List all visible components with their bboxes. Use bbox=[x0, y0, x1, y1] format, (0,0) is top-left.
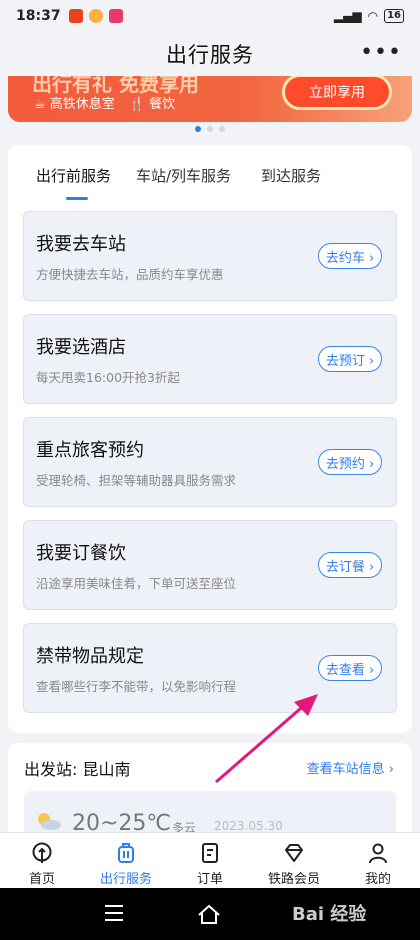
carousel-dot[interactable] bbox=[219, 126, 225, 132]
view-rules-button[interactable]: 去查看 › bbox=[318, 655, 382, 681]
carousel-dot[interactable] bbox=[195, 126, 201, 132]
more-menu-icon[interactable]: ••• bbox=[360, 40, 402, 65]
app-notification-icon bbox=[108, 9, 123, 23]
nav-header: 出行服务 ••• bbox=[0, 32, 420, 76]
suitcase-icon bbox=[118, 843, 134, 863]
tabbar-profile[interactable]: 我的 bbox=[336, 833, 420, 889]
service-desc: 查看哪些行李不能带，以免影响行程 bbox=[36, 679, 237, 694]
service-tabs: 出行前服务 车站/列车服务 到达服务 bbox=[8, 145, 412, 205]
partly-cloudy-icon bbox=[38, 813, 61, 830]
banner-tags: ☕ 高铁休息室 🍴 餐饮 bbox=[34, 93, 175, 112]
service-title: 禁带物品规定 bbox=[36, 646, 144, 667]
service-priority-passenger[interactable]: 重点旅客预约 受理轮椅、担架等辅助器具服务需求 去预约 › bbox=[23, 417, 397, 507]
wifi-icon: ◠ bbox=[367, 9, 379, 23]
status-bar: 18:37 ▂▄▆ ◠ 16 bbox=[0, 0, 420, 32]
tabbar-orders[interactable]: 订单 bbox=[168, 833, 252, 889]
service-desc: 沿途享用美味佳肴，下单可送至座位 bbox=[36, 576, 237, 591]
home-train-icon bbox=[32, 842, 52, 863]
promo-banner[interactable]: 出行有礼 免费享用 ☕ 高铁休息室 🍴 餐饮 立即享用 bbox=[8, 76, 412, 122]
tabbar-home[interactable]: 首页 bbox=[0, 833, 84, 889]
service-desc: 方便快捷去车站，品质约车享优惠 bbox=[36, 267, 224, 282]
service-prohibited-items[interactable]: 禁带物品规定 查看哪些行李不能带，以免影响行程 去查看 › bbox=[23, 623, 397, 713]
service-desc: 每天甩卖16:00开抢3折起 bbox=[36, 370, 180, 385]
service-title: 我要选酒店 bbox=[36, 337, 126, 358]
page-title: 出行服务 bbox=[166, 43, 254, 67]
departure-station-label: 出发站: 昆山南 bbox=[24, 760, 131, 779]
departure-card: 出发站: 昆山南 查看车站信息 › 20~25℃ 多云 2023.05.30 bbox=[8, 743, 412, 843]
person-icon bbox=[369, 843, 387, 864]
menu-icon[interactable] bbox=[104, 904, 124, 922]
book-hotel-button[interactable]: 去预订 › bbox=[318, 346, 382, 372]
signal-icon: ▂▄▆ bbox=[333, 9, 362, 23]
active-tab-indicator bbox=[66, 197, 88, 200]
system-nav-bar: Bai 经验 bbox=[0, 888, 420, 940]
watermark-logo: Bai 经验 bbox=[292, 904, 367, 925]
service-title: 我要去车站 bbox=[36, 234, 126, 255]
dining-tag: 🍴 餐饮 bbox=[128, 97, 176, 112]
service-desc: 受理轮椅、担架等辅助器具服务需求 bbox=[36, 473, 237, 488]
reserve-button[interactable]: 去预约 › bbox=[318, 449, 382, 475]
tabbar-label: 铁路会员 bbox=[267, 872, 320, 887]
book-car-button[interactable]: 去约车 › bbox=[318, 243, 382, 269]
app-notification-icon bbox=[68, 9, 83, 23]
services-card: 出行前服务 车站/列车服务 到达服务 我要去车站 方便快捷去车站，品质约车享优惠… bbox=[8, 145, 412, 733]
lounge-tag: ☕ 高铁休息室 bbox=[34, 97, 115, 112]
home-icon[interactable] bbox=[197, 904, 221, 924]
status-right: ▂▄▆ ◠ 16 bbox=[334, 9, 404, 23]
station-info-link[interactable]: 查看车站信息 › bbox=[307, 758, 394, 777]
service-title: 重点旅客预约 bbox=[36, 440, 144, 461]
battery-icon: 16 bbox=[384, 9, 404, 23]
order-doc-icon bbox=[202, 843, 218, 863]
tabbar-label: 我的 bbox=[364, 872, 391, 887]
carousel-dots bbox=[0, 126, 420, 132]
service-choose-hotel[interactable]: 我要选酒店 每天甩卖16:00开抢3折起 去预订 › bbox=[23, 314, 397, 404]
carousel-dot[interactable] bbox=[207, 126, 213, 132]
tabbar-label: 首页 bbox=[28, 872, 55, 887]
tab-pre-travel[interactable]: 出行前服务 bbox=[36, 165, 111, 186]
service-order-meal[interactable]: 我要订餐饮 沿途享用美味佳肴，下单可送至座位 去订餐 › bbox=[23, 520, 397, 610]
app-notification-icon bbox=[88, 9, 103, 23]
tab-station-train[interactable]: 车站/列车服务 bbox=[136, 165, 231, 186]
service-go-to-station[interactable]: 我要去车站 方便快捷去车站，品质约车享优惠 去约车 › bbox=[23, 211, 397, 301]
tab-arrival[interactable]: 到达服务 bbox=[261, 165, 321, 186]
banner-cta-button[interactable]: 立即享用 bbox=[282, 76, 392, 110]
tabbar-rail-member[interactable]: 铁路会员 bbox=[252, 833, 336, 889]
tabbar-label: 出行服务 bbox=[99, 872, 152, 887]
bottom-tab-bar: 首页 出行服务 订单 铁路会员 我的 bbox=[0, 832, 420, 888]
weather-date: 2023.05.30 bbox=[214, 819, 283, 833]
tabbar-label: 订单 bbox=[196, 872, 223, 887]
order-meal-button[interactable]: 去订餐 › bbox=[318, 552, 382, 578]
status-time: 18:37 bbox=[16, 8, 61, 24]
tabbar-travel-services[interactable]: 出行服务 bbox=[84, 833, 168, 889]
diamond-icon bbox=[285, 844, 303, 862]
service-title: 我要订餐饮 bbox=[36, 543, 126, 564]
